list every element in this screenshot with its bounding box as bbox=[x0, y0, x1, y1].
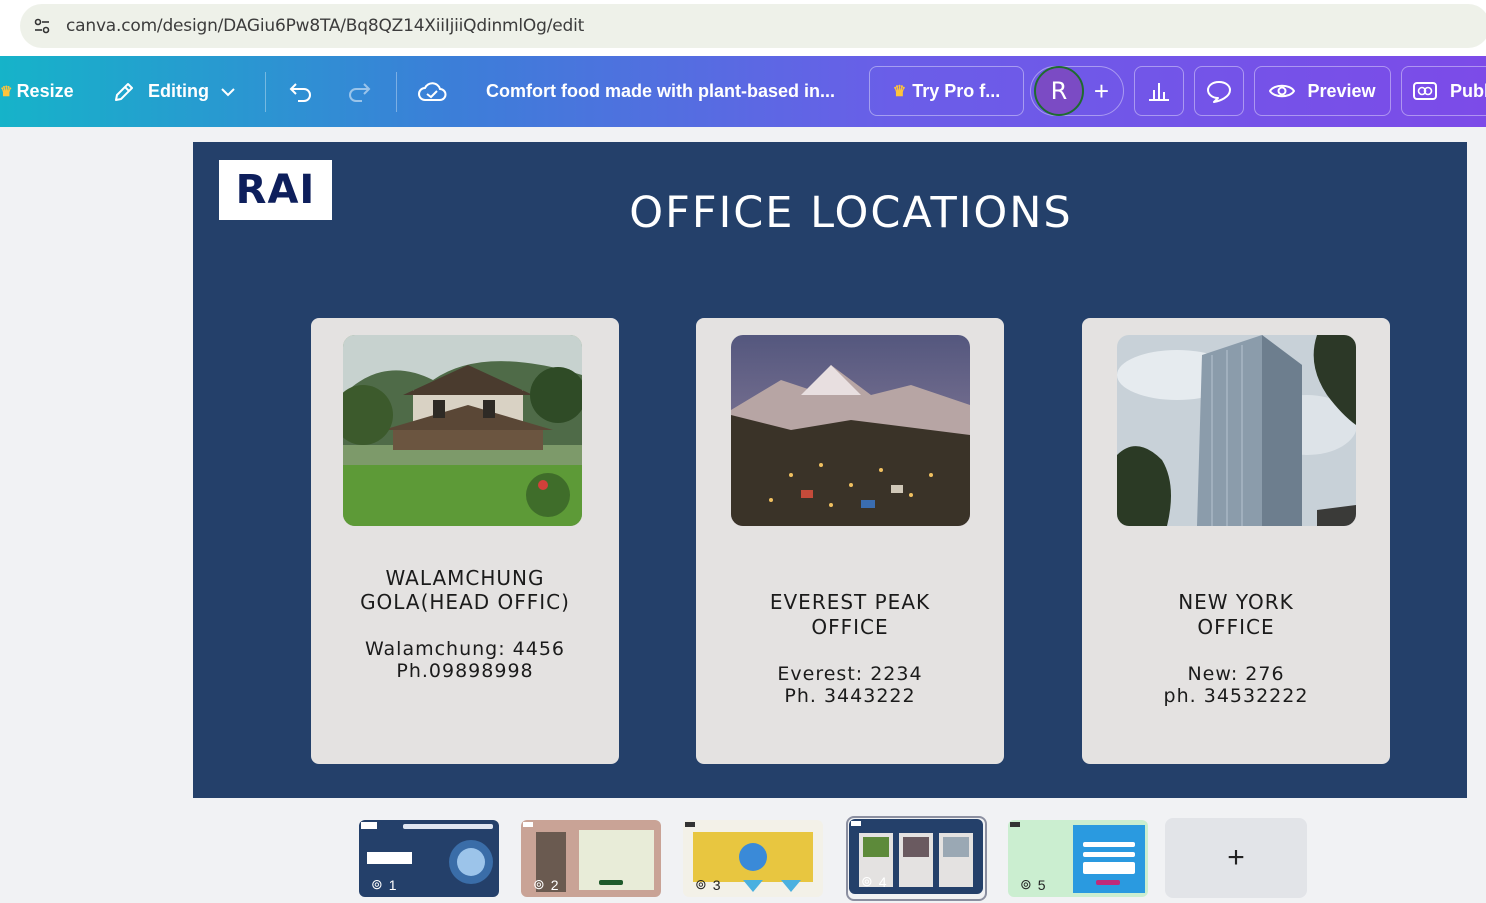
office-name-line2: OFFICE bbox=[811, 615, 889, 639]
toolbar-divider bbox=[265, 72, 266, 112]
present-icon: ⊚ bbox=[533, 876, 545, 892]
page-thumbnail-2[interactable]: ⊚ 2 bbox=[521, 820, 661, 897]
redo-icon bbox=[346, 81, 372, 103]
present-icon: ⊚ bbox=[371, 876, 383, 892]
office-name-line1: NEW YORK bbox=[1178, 590, 1294, 614]
office-name-line1: WALAMCHUNG bbox=[385, 566, 545, 590]
redo-button[interactable] bbox=[346, 56, 372, 127]
office-address-line: New: 276 bbox=[1187, 663, 1285, 685]
plus-icon: + bbox=[1093, 75, 1109, 106]
publish-button[interactable]: Publ bbox=[1401, 66, 1486, 116]
avatar-letter: R bbox=[1050, 77, 1068, 105]
house-in-garden-photo[interactable] bbox=[343, 335, 582, 526]
page-number: ⊚ 1 bbox=[371, 876, 397, 893]
cloud-save-status[interactable] bbox=[417, 56, 447, 127]
pencil-icon bbox=[112, 80, 136, 104]
editor-toolbar: ♛ Resize Editing Comfort food made with … bbox=[0, 56, 1486, 127]
undo-icon bbox=[288, 81, 314, 103]
try-pro-label: Try Pro f... bbox=[912, 80, 1001, 101]
present-icon: ⊚ bbox=[1020, 876, 1032, 892]
preview-label: Preview bbox=[1307, 80, 1376, 101]
url-field[interactable]: canva.com/design/DAGiu6Pw8TA/Bq8QZ14XiiI… bbox=[20, 4, 1486, 48]
plus-icon: + bbox=[1227, 841, 1245, 874]
page-number-text: 1 bbox=[388, 876, 397, 893]
office-card-everest[interactable]: EVEREST PEAK OFFICE Everest: 2234 Ph. 34… bbox=[696, 318, 1004, 764]
editing-mode-button[interactable]: Editing bbox=[112, 56, 235, 127]
office-card-walamchung[interactable]: WALAMCHUNG GOLA(HEAD OFFIC) Walamchung: … bbox=[311, 318, 619, 764]
publish-icon bbox=[1412, 80, 1438, 102]
page-number-text: 4 bbox=[878, 873, 887, 890]
page-number: ⊚ 4 bbox=[861, 873, 887, 890]
office-address-line: Walamchung: 4456 bbox=[364, 638, 566, 660]
page-number-text: 5 bbox=[1037, 876, 1046, 893]
crown-icon: ♛ bbox=[0, 83, 13, 99]
url-text[interactable]: canva.com/design/DAGiu6Pw8TA/Bq8QZ14XiiI… bbox=[66, 16, 584, 36]
document-title[interactable]: Comfort food made with plant-based in... bbox=[486, 56, 835, 127]
document-title-text: Comfort food made with plant-based in... bbox=[486, 81, 835, 101]
present-icon: ⊚ bbox=[861, 873, 873, 889]
preview-button[interactable]: Preview bbox=[1254, 66, 1391, 116]
comment-icon bbox=[1206, 79, 1232, 103]
browser-address-bar: canva.com/design/DAGiu6Pw8TA/Bq8QZ14XiiI… bbox=[0, 0, 1486, 56]
eye-icon bbox=[1269, 82, 1296, 100]
office-name-line2: OFFICE bbox=[1197, 615, 1275, 639]
page-number: ⊚ 5 bbox=[1020, 876, 1046, 893]
office-card-new-york[interactable]: NEW YORK OFFICE New: 276 ph. 34532222 bbox=[1082, 318, 1390, 764]
editing-label: Editing bbox=[148, 81, 209, 101]
page-number-text: 3 bbox=[712, 876, 721, 893]
office-name-line1: EVEREST PEAK bbox=[769, 590, 931, 614]
glass-skyscraper-photo[interactable] bbox=[1117, 335, 1356, 526]
chevron-down-icon bbox=[221, 87, 235, 97]
page-thumbnail-5[interactable]: ⊚ 5 bbox=[1008, 820, 1148, 897]
page-number: ⊚ 3 bbox=[695, 876, 721, 893]
office-name-line2: GOLA(HEAD OFFIC) bbox=[360, 590, 570, 614]
add-page-button[interactable]: + bbox=[1165, 818, 1307, 898]
bar-chart-icon bbox=[1147, 80, 1171, 102]
cloud-check-icon bbox=[417, 81, 447, 103]
mountain-town-photo[interactable] bbox=[731, 335, 970, 526]
page-thumbnail-4[interactable]: ⊚ 4 bbox=[849, 819, 983, 894]
toolbar-divider bbox=[396, 72, 397, 112]
page-thumbnail-3[interactable]: ⊚ 3 bbox=[683, 820, 823, 897]
crown-icon: ♛ bbox=[892, 83, 907, 100]
undo-button[interactable] bbox=[288, 56, 314, 127]
page-number: ⊚ 2 bbox=[533, 876, 559, 893]
publish-label: Publ bbox=[1450, 80, 1486, 101]
office-phone-line: Ph.09898998 bbox=[396, 660, 534, 682]
resize-button[interactable]: ♛ Resize bbox=[0, 56, 74, 127]
try-pro-button[interactable]: ♛ Try Pro f... bbox=[869, 66, 1024, 116]
site-settings-icon[interactable] bbox=[32, 16, 52, 36]
page-number-text: 2 bbox=[550, 876, 559, 893]
office-phone-line: Ph. 3443222 bbox=[784, 685, 916, 707]
resize-label: Resize bbox=[16, 81, 74, 101]
office-address-line: Everest: 2234 bbox=[777, 663, 923, 685]
present-icon: ⊚ bbox=[695, 876, 707, 892]
office-phone-line: ph. 34532222 bbox=[1163, 685, 1309, 707]
user-avatar[interactable]: R bbox=[1034, 66, 1084, 116]
page-thumbnail-1[interactable]: ⊚ 1 bbox=[359, 820, 499, 897]
slide-title[interactable]: OFFICE LOCATIONS bbox=[193, 188, 1486, 238]
insights-button[interactable] bbox=[1134, 66, 1184, 116]
comment-button[interactable] bbox=[1194, 66, 1244, 116]
